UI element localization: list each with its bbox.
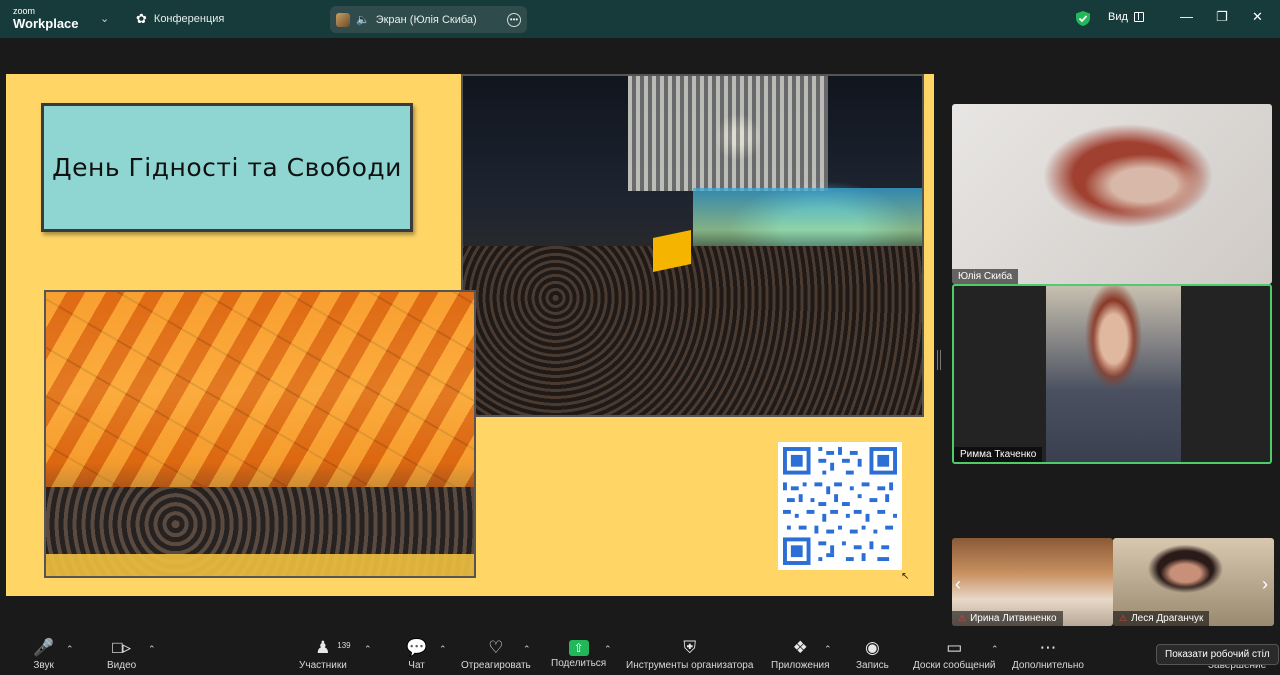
react-button[interactable]: ♡ Отреагировать (461, 638, 531, 671)
chevron-up-icon[interactable]: ⌃ (66, 644, 74, 655)
video-tile[interactable]: ⚠ Ирина Литвиненко (952, 538, 1113, 626)
chevron-up-icon[interactable]: ⌃ (439, 644, 447, 655)
participant-name: Римма Ткаченко (954, 447, 1043, 462)
maximize-icon[interactable]: ❐ (1216, 9, 1228, 25)
muted-mic-icon: ⚠ (958, 613, 967, 623)
meeting-info-button[interactable]: ✿ Конференция (136, 11, 224, 27)
maidan-night-photo (461, 74, 924, 417)
qr-code (778, 442, 902, 570)
view-label: Вид (1108, 11, 1128, 23)
share-arrow-icon: ⇧ (568, 640, 589, 656)
apps-icon: ❖ (792, 638, 808, 657)
orange-flags-photo (44, 290, 476, 578)
audio-button[interactable]: 🎤 Звук (33, 638, 54, 671)
close-icon[interactable]: ✕ (1252, 9, 1263, 25)
participant-name: Юлія Скиба (952, 269, 1019, 284)
qr-code-image (783, 447, 897, 565)
chevron-up-icon[interactable]: ⌃ (523, 644, 531, 655)
message-boards-button[interactable]: ▭ Доски сообщений (913, 638, 996, 671)
shield-check-icon[interactable] (1075, 10, 1091, 27)
speaker-icon: 🔈 (356, 14, 370, 26)
meeting-stage: День Гідності та Свободи ↖ Юлія Скиба Ри… (0, 38, 1280, 628)
screen-share-label: Экран (Юлія Скиба) (375, 13, 477, 26)
host-tools-button[interactable]: ⛨ Инструменты организатора (626, 638, 753, 671)
meeting-toolbar: 🎤 Звук ⌃ □▹ Видео ⌃ ♟ 139 Участники ⌃ 💬 Ч… (0, 628, 1280, 675)
shared-slide: День Гідності та Свободи ↖ (6, 74, 934, 596)
view-button[interactable]: Вид (1108, 11, 1144, 23)
show-desktop-tooltip: Показати робочий стіл (1156, 644, 1279, 665)
more-button[interactable]: ⋯ Дополнительно (1012, 638, 1084, 671)
chevron-down-icon[interactable]: ⌄ (100, 12, 109, 25)
meeting-label: Конференция (153, 13, 225, 25)
participant-name: Ирина Литвиненко (970, 613, 1057, 624)
muted-mic-icon: ⚠ (1119, 613, 1128, 623)
paw-icon: ✿ (136, 11, 147, 26)
record-button[interactable]: ◉ Запись (856, 638, 889, 671)
shield-icon: ⛨ (683, 638, 697, 657)
participant-name: Леся Драганчук (1131, 613, 1204, 624)
video-tile[interactable]: Юлія Скиба (952, 104, 1272, 284)
share-screen-button[interactable]: ⇧ Поделиться (551, 638, 606, 669)
video-tile[interactable]: ⚠ Леся Драганчук (1113, 538, 1274, 626)
slide-title: День Гідності та Свободи (52, 153, 402, 182)
next-page-arrow-icon[interactable]: › (1262, 574, 1268, 595)
chat-button[interactable]: 💬 Чат (406, 638, 427, 671)
people-icon: ♟ 139 (315, 638, 351, 657)
screen-share-pill[interactable]: 🔈 Экран (Юлія Скиба) ••• (330, 6, 527, 33)
board-icon: ▭ (946, 638, 963, 657)
video-tile-active-speaker[interactable]: Римма Ткаченко (952, 284, 1272, 464)
zoom-logo: zoom Workplace (13, 6, 79, 31)
presenter-avatar (336, 12, 350, 27)
participants-count: 139 (337, 641, 351, 650)
video-button[interactable]: □▹ Видео (107, 638, 136, 671)
record-icon: ◉ (864, 638, 880, 657)
chevron-up-icon[interactable]: ⌃ (604, 644, 612, 655)
previous-page-arrow-icon[interactable]: ‹ (955, 574, 961, 595)
brand-name: Workplace (13, 16, 79, 31)
resize-handle[interactable] (937, 350, 941, 370)
slide-title-box: День Гідності та Свободи (41, 103, 413, 232)
brand-small: zoom (13, 6, 36, 16)
participants-button[interactable]: ♟ 139 Участники (299, 638, 351, 671)
layout-icon (1133, 12, 1144, 22)
apps-button[interactable]: ❖ Приложения (771, 638, 830, 671)
chevron-up-icon[interactable]: ⌃ (824, 644, 832, 655)
video-camera-icon: □▹ (112, 638, 132, 657)
mouse-cursor-icon: ↖ (901, 571, 910, 582)
more-options-icon[interactable]: ••• (507, 12, 521, 27)
chevron-up-icon[interactable]: ⌃ (364, 644, 372, 655)
minimize-icon[interactable]: — (1180, 9, 1193, 24)
more-dots-icon: ⋯ (1039, 638, 1057, 657)
chat-bubble-icon: 💬 (406, 638, 428, 657)
heart-icon: ♡ (488, 638, 504, 657)
muted-microphone-icon: 🎤 (33, 638, 55, 657)
title-bar: zoom Workplace ⌄ ✿ Конференция 🔈 Экран (… (0, 0, 1280, 38)
chevron-up-icon[interactable]: ⌃ (148, 644, 156, 655)
chevron-up-icon[interactable]: ⌃ (991, 644, 999, 655)
